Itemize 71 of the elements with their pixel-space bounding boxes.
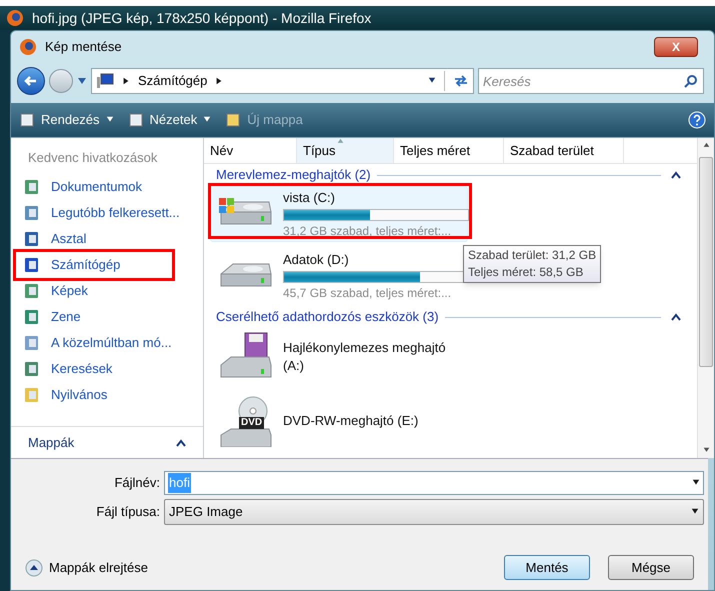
filetype-dropdown[interactable]: JPEG Image xyxy=(164,499,704,525)
shortcut-icon xyxy=(23,282,41,300)
drive-name: Adatok (D:) xyxy=(283,251,350,269)
group-heading: Cserélhető adathordozós eszközök (3) xyxy=(216,308,439,326)
dropdown-caret-icon xyxy=(106,116,114,124)
computer-icon xyxy=(96,73,114,89)
shortcut-icon xyxy=(23,256,41,274)
drive-tile[interactable]: Hajlékonylemezes meghajtó (A:) xyxy=(210,328,468,386)
pane-heading: Kedvenc hivatkozások xyxy=(27,149,158,167)
sidebar-item[interactable]: Számítógép xyxy=(11,252,203,278)
drive-detail: 31,2 GB szabad, teljes méret:... xyxy=(283,223,452,239)
hide-folders-button[interactable]: Mappák elrejtése xyxy=(25,558,148,578)
scroll-up-icon xyxy=(702,142,710,149)
chevron-icon xyxy=(122,77,130,85)
tooltip-line: Teljes méret: 58,5 GB xyxy=(468,264,584,281)
dropdown-caret-icon xyxy=(692,479,700,487)
sidebar-item[interactable]: A közelmúltban mó... xyxy=(11,330,203,356)
collapse-caret-icon[interactable] xyxy=(671,313,681,321)
field-label: Fájl típusa: xyxy=(95,503,160,522)
collapse-icon xyxy=(25,558,43,576)
shortcut-icon xyxy=(23,334,41,352)
drive-name: Hajlékonylemezes meghajtó (A:) xyxy=(283,339,447,375)
scroll-thumb[interactable] xyxy=(699,157,713,367)
chevron-icon xyxy=(215,77,224,85)
drive-detail: 45,7 GB szabad, teljes méret:... xyxy=(283,285,452,301)
caret-icon[interactable] xyxy=(176,438,186,446)
selected-text: hofi xyxy=(168,473,191,493)
shortcut-icon xyxy=(23,204,41,222)
sidebar-item[interactable]: Dokumentumok xyxy=(11,174,203,200)
dropdown-caret-icon xyxy=(428,77,436,85)
dropdown-caret-icon xyxy=(203,116,212,124)
column-header[interactable]: Szabad terület xyxy=(504,138,624,163)
shortcut-icon xyxy=(23,360,41,378)
dialog-button[interactable]: Mentés xyxy=(504,555,590,580)
toolbar-button[interactable]: Nézetek xyxy=(128,110,212,130)
shortcut-icon xyxy=(23,230,41,248)
tooltip-line: Szabad terület: 31,2 GB xyxy=(468,247,596,264)
field-label: Fájlnév: xyxy=(113,474,160,492)
refresh-icon xyxy=(453,74,469,88)
column-header[interactable]: Típus xyxy=(297,138,394,163)
drive-name: vista (C:) xyxy=(283,189,336,207)
address-bar[interactable]: Számítógép xyxy=(91,68,474,94)
search-field[interactable]: Keresés xyxy=(478,68,704,94)
scrollbar[interactable] xyxy=(697,138,714,458)
back-button[interactable] xyxy=(17,67,45,95)
scroll-down-icon xyxy=(702,447,710,454)
breadcrumb-item[interactable]: Számítógép xyxy=(138,71,208,91)
search-icon xyxy=(684,74,698,88)
sidebar-item[interactable]: Asztal xyxy=(11,226,203,252)
group-heading: Merevlemez-meghajtók (2) xyxy=(216,166,371,184)
drive-name: DVD-RW-meghajtó (E:) xyxy=(283,412,420,430)
dropdown-caret-icon xyxy=(691,508,699,516)
shortcut-icon xyxy=(23,386,41,404)
sidebar-item[interactable]: Keresések xyxy=(11,356,203,382)
back-arrow-icon xyxy=(24,74,38,88)
shortcut-icon xyxy=(23,308,41,326)
toolbar-button[interactable]: Rendezés xyxy=(19,110,114,130)
history-caret-icon xyxy=(77,77,87,85)
help-icon xyxy=(688,111,706,129)
drive-tile[interactable]: Adatok (D:) 45,7 GB szabad, teljes méret:... xyxy=(210,248,468,304)
dialog-title: Kép mentése xyxy=(45,38,122,56)
window-title: hofi.jpg (JPEG kép, 178x250 képpont) - Mozilla Firefox xyxy=(32,8,372,28)
drive-tile[interactable]: DVD DVD-RW-meghajtó (E:) xyxy=(210,392,468,450)
sidebar-item[interactable]: Zene xyxy=(11,304,203,330)
shortcut-icon xyxy=(23,178,41,196)
sidebar-item[interactable]: Legutóbb felkeresett... xyxy=(11,200,203,226)
collapse-caret-icon[interactable] xyxy=(671,171,681,179)
sidebar-item[interactable]: Nyilvános xyxy=(11,382,203,408)
sidebar-item[interactable]: Képek xyxy=(11,278,203,304)
dialog-button[interactable]: Mégse xyxy=(608,555,694,580)
column-header[interactable]: Teljes méret xyxy=(394,138,504,163)
